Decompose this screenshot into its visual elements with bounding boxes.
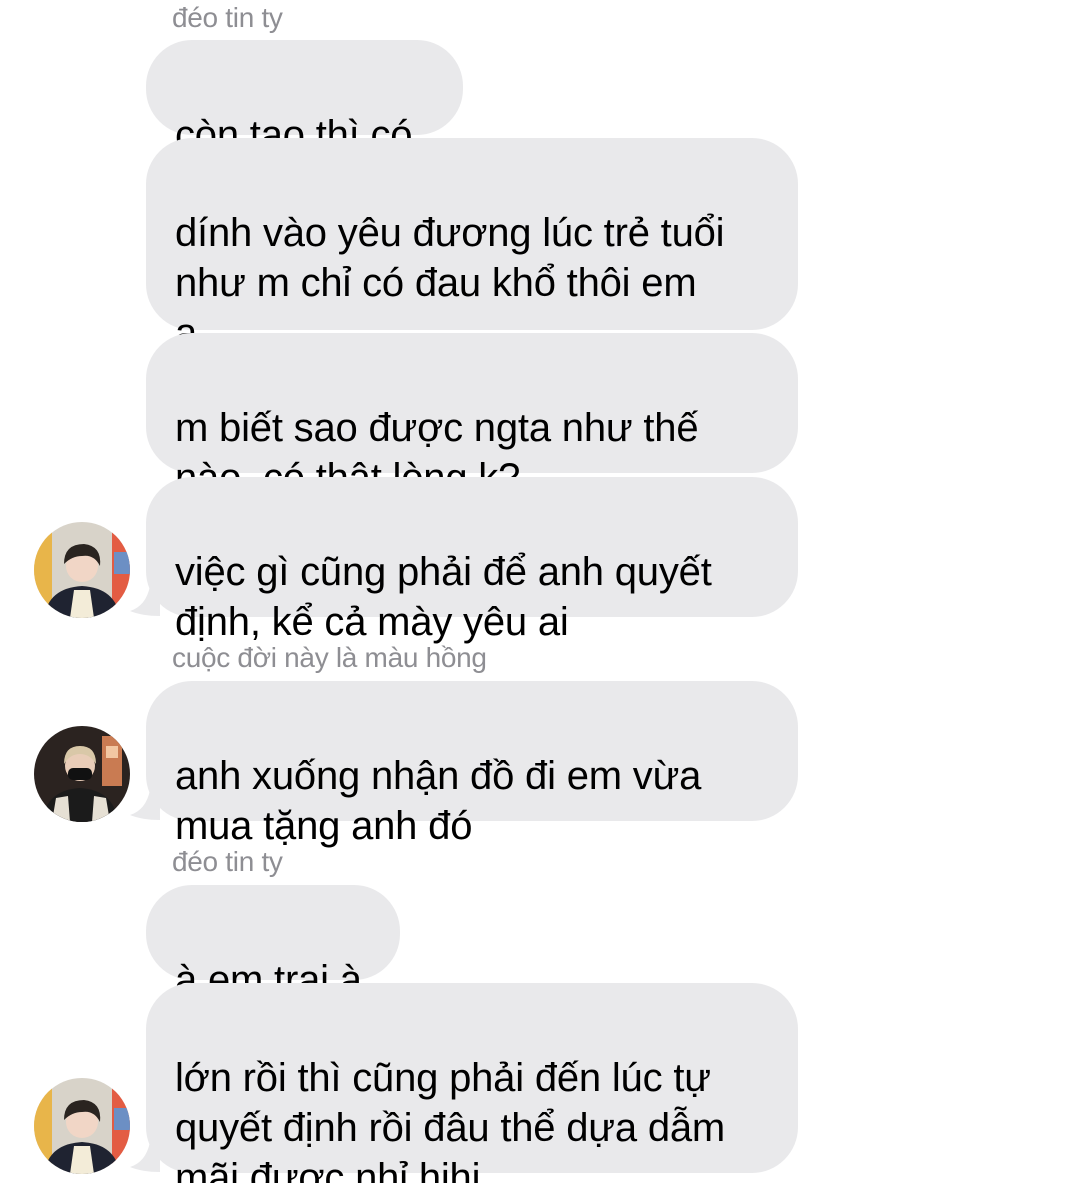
message-bubble[interactable]: còn tao thì có: [146, 40, 463, 157]
profile-photo-icon: [34, 1078, 130, 1174]
bubble-tail: [130, 790, 160, 820]
profile-photo-icon: [34, 522, 130, 618]
message-text: anh xuống nhận đồ đi em vừa mua tặng anh…: [175, 754, 702, 848]
message-text: lớn rồi thì cũng phải đến lúc tự quyết đ…: [175, 1056, 726, 1183]
bubble-tail: [130, 586, 160, 616]
sender-name: đéo tin ty: [172, 2, 283, 33]
avatar[interactable]: [34, 1078, 130, 1174]
message-bubble[interactable]: việc gì cũng phải để anh quyết định, kể …: [146, 477, 798, 644]
sender-name: đéo tin ty: [172, 846, 283, 877]
message-bubble[interactable]: lớn rồi thì cũng phải đến lúc tự quyết đ…: [146, 983, 798, 1183]
message-text: việc gì cũng phải để anh quyết định, kể …: [175, 550, 712, 644]
message-bubble[interactable]: dính vào yêu đương lúc trẻ tuổi như m ch…: [146, 138, 798, 355]
avatar[interactable]: [34, 726, 130, 822]
message-bubble[interactable]: à em trai à: [146, 885, 400, 1002]
bubble-tail: [130, 1142, 160, 1172]
avatar[interactable]: [34, 522, 130, 618]
message-bubble[interactable]: anh xuống nhận đồ đi em vừa mua tặng anh…: [146, 681, 798, 848]
message-bubble[interactable]: m biết sao được ngta như thế nào, có thậ…: [146, 333, 798, 500]
profile-photo-icon: [34, 726, 130, 822]
sender-name: cuộc đời này là màu hồng: [172, 642, 487, 673]
